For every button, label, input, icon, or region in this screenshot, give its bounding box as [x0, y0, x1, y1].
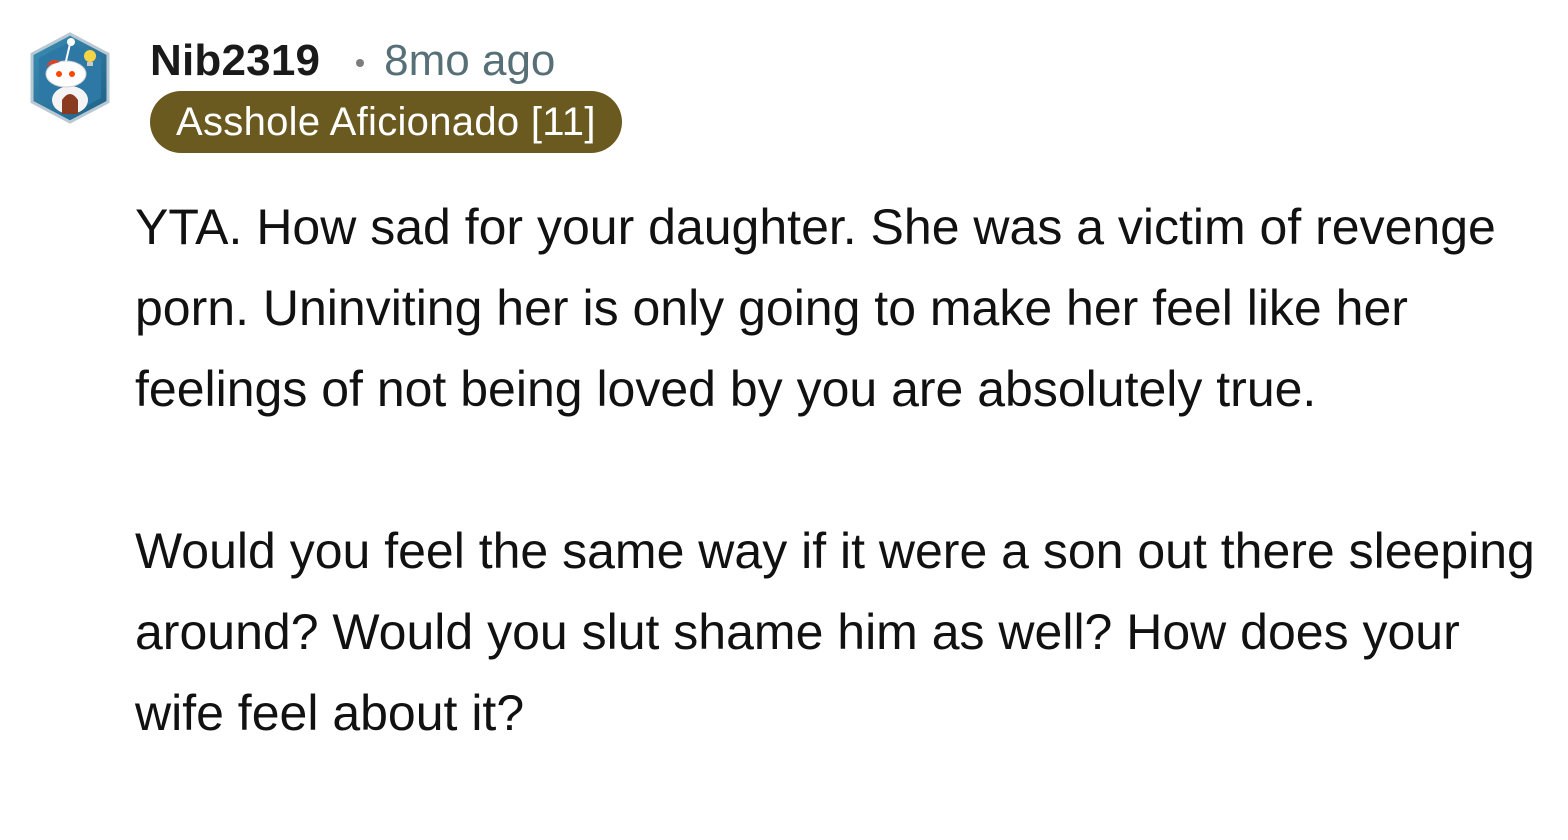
comment-body: YTA. How sad for your daughter. She was … — [135, 187, 1555, 754]
comment: Nib2319 8mo ago Asshole Aficionado [11] … — [0, 0, 1568, 840]
separator-dot — [356, 59, 365, 67]
snoo-avatar-icon — [30, 32, 110, 124]
comment-header: Nib2319 8mo ago — [150, 34, 555, 88]
timestamp-link[interactable]: 8mo ago — [384, 36, 555, 86]
username-link[interactable]: Nib2319 — [150, 36, 320, 86]
comment-paragraph: Would you feel the same way if it were a… — [135, 523, 1535, 741]
user-avatar[interactable] — [28, 30, 112, 126]
user-flair-text: Asshole Aficionado [11] — [176, 99, 596, 144]
comment-paragraph: YTA. How sad for your daughter. She was … — [135, 199, 1496, 417]
user-flair-badge: Asshole Aficionado [11] — [150, 91, 622, 153]
